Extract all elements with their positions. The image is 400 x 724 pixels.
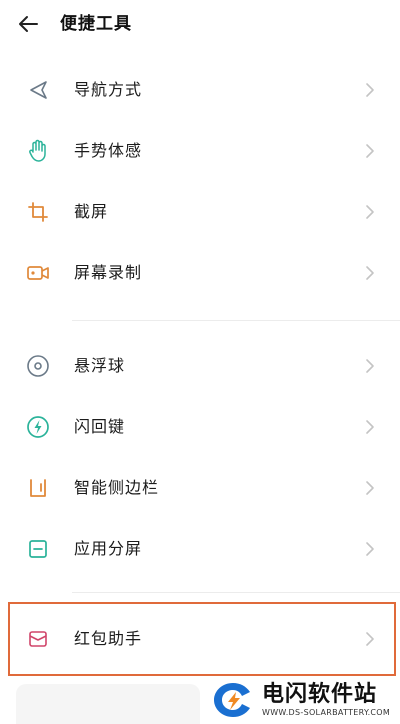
section-divider xyxy=(72,592,400,593)
menu-item-label: 屏幕录制 xyxy=(74,263,143,282)
menu-item-smart-sidebar[interactable]: 智能侧边栏 xyxy=(0,458,400,518)
menu-item-flashback-key[interactable]: 闪回键 xyxy=(0,397,400,457)
navigation-triangle-icon xyxy=(26,78,50,102)
floating-ball-icon xyxy=(26,354,50,378)
menu-item-screen-recording[interactable]: 屏幕录制 xyxy=(0,243,400,303)
chevron-right-icon xyxy=(366,266,374,280)
crop-icon xyxy=(26,200,50,224)
menu-item-label: 截屏 xyxy=(74,202,109,221)
back-button[interactable] xyxy=(14,10,42,38)
watermark: 电闪软件站 WWW.DS-SOLARBATTERY.COM xyxy=(200,676,400,724)
menu-item-label: 闪回键 xyxy=(74,417,126,436)
chevron-right-icon xyxy=(366,205,374,219)
chevron-right-icon xyxy=(366,359,374,373)
chevron-right-icon xyxy=(366,542,374,556)
chevron-right-icon xyxy=(366,420,374,434)
chevron-right-icon xyxy=(366,83,374,97)
menu-item-label: 导航方式 xyxy=(74,80,143,99)
section-divider xyxy=(72,320,400,321)
menu-item-split-screen[interactable]: 应用分屏 xyxy=(0,519,400,579)
highlight-box xyxy=(8,602,396,676)
menu-item-label: 悬浮球 xyxy=(74,356,126,375)
chevron-right-icon xyxy=(366,481,374,495)
menu-item-screenshot[interactable]: 截屏 xyxy=(0,182,400,242)
menu-item-floating-ball[interactable]: 悬浮球 xyxy=(0,336,400,396)
watermark-title: 电闪软件站 xyxy=(262,682,378,707)
page-title: 便捷工具 xyxy=(60,14,132,34)
menu-item-navigation-mode[interactable]: 导航方式 xyxy=(0,60,400,120)
menu-item-label: 智能侧边栏 xyxy=(74,478,160,497)
top-bar: 便捷工具 xyxy=(0,0,400,48)
hand-gesture-icon xyxy=(26,139,50,163)
arrow-left-icon xyxy=(19,16,38,32)
menu-item-gesture-motion[interactable]: 手势体感 xyxy=(0,121,400,181)
video-camera-icon xyxy=(26,261,50,285)
watermark-subtitle: WWW.DS-SOLARBATTERY.COM xyxy=(262,708,391,717)
sidebar-panel-icon xyxy=(26,476,50,500)
split-screen-icon xyxy=(26,537,50,561)
menu-item-label: 应用分屏 xyxy=(74,539,143,558)
chevron-right-icon xyxy=(366,144,374,158)
lightning-bolt-icon xyxy=(26,415,50,439)
lightning-logo-icon xyxy=(214,683,250,717)
menu-item-label: 手势体感 xyxy=(74,141,143,160)
bottom-card-edge xyxy=(16,684,200,724)
